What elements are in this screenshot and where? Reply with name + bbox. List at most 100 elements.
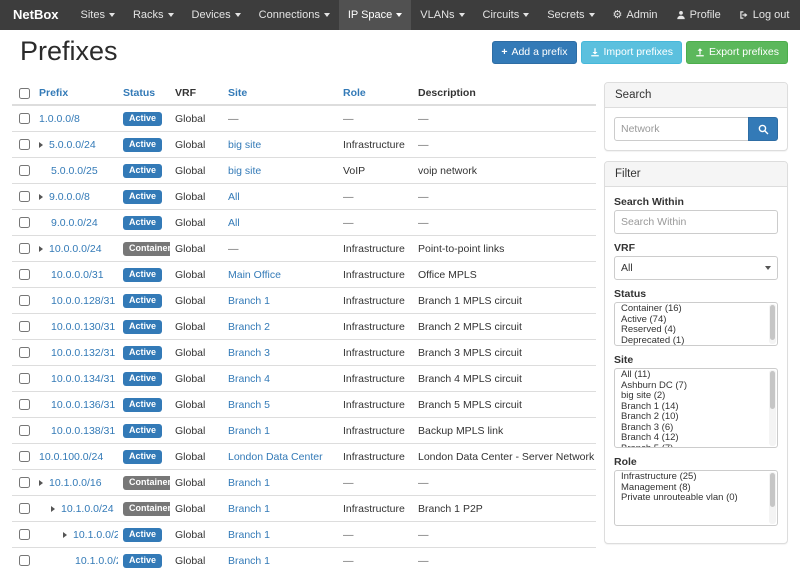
site-scrollbar[interactable] — [769, 370, 776, 446]
row-checkbox[interactable] — [19, 425, 30, 436]
site-link[interactable]: Branch 1 — [228, 425, 270, 437]
search-button[interactable] — [748, 117, 778, 141]
listbox-option[interactable]: Branch 2 (10) — [615, 412, 767, 423]
prefix-link[interactable]: 10.0.0.0/24 — [49, 243, 102, 255]
listbox-option[interactable]: Container (16) — [615, 304, 767, 315]
site-link[interactable]: Branch 3 — [228, 347, 270, 359]
row-checkbox[interactable] — [19, 555, 30, 566]
prefix-link[interactable]: 5.0.0.0/24 — [49, 139, 96, 151]
row-checkbox[interactable] — [19, 165, 30, 176]
row-checkbox[interactable] — [19, 451, 30, 462]
prefix-link[interactable]: 10.0.100.0/24 — [39, 451, 103, 463]
status-listbox[interactable]: Container (16)Active (74)Reserved (4)Dep… — [614, 302, 778, 346]
listbox-option[interactable]: Branch 1 (14) — [615, 402, 767, 413]
column-header-site[interactable]: Site — [223, 82, 338, 105]
nav-item-profile[interactable]: Profile — [667, 0, 730, 30]
prefix-link[interactable]: 10.0.0.0/31 — [51, 269, 104, 281]
prefix-link[interactable]: 10.0.0.138/31 — [51, 425, 115, 437]
site-link[interactable]: big site — [228, 139, 261, 151]
nav-item-admin[interactable]: ⚙ Admin — [604, 0, 667, 30]
prefix-link[interactable]: 10.0.0.128/31 — [51, 295, 115, 307]
listbox-option[interactable]: Branch 3 (6) — [615, 423, 767, 434]
select-all-checkbox[interactable] — [19, 88, 30, 99]
row-checkbox[interactable] — [19, 191, 30, 202]
brand-logo[interactable]: NetBox — [0, 0, 72, 30]
row-checkbox[interactable] — [19, 503, 30, 514]
import-prefixes-button[interactable]: Import prefixes — [581, 41, 682, 64]
expand-arrow-icon[interactable] — [39, 142, 43, 148]
nav-item-ip-space[interactable]: IP Space — [339, 0, 411, 30]
site-listbox[interactable]: All (11)Ashburn DC (7)big site (2)Branch… — [614, 368, 778, 448]
site-link[interactable]: Branch 1 — [228, 555, 270, 567]
listbox-option[interactable]: Infrastructure (25) — [615, 472, 767, 483]
site-link[interactable]: Branch 5 — [228, 399, 270, 411]
column-header-role[interactable]: Role — [338, 82, 413, 105]
export-prefixes-button[interactable]: Export prefixes — [686, 41, 788, 64]
expand-arrow-icon[interactable] — [39, 194, 43, 200]
prefix-link[interactable]: 10.1.0.0/24 — [61, 503, 114, 515]
site-link[interactable]: Branch 1 — [228, 477, 270, 489]
row-checkbox[interactable] — [19, 217, 30, 228]
prefix-link[interactable]: 10.1.0.0/26 — [75, 555, 118, 567]
expand-arrow-icon[interactable] — [39, 246, 43, 252]
nav-item-devices[interactable]: Devices — [183, 0, 250, 30]
row-checkbox[interactable] — [19, 477, 30, 488]
site-link[interactable]: All — [228, 191, 240, 203]
prefix-link[interactable]: 10.1.0.0/25 — [73, 529, 118, 541]
listbox-option[interactable]: Ashburn DC (7) — [615, 381, 767, 392]
site-link[interactable]: Branch 2 — [228, 321, 270, 333]
listbox-option[interactable]: All (11) — [615, 370, 767, 381]
row-checkbox[interactable] — [19, 373, 30, 384]
row-checkbox[interactable] — [19, 113, 30, 124]
nav-item-vlans[interactable]: VLANs — [411, 0, 473, 30]
prefix-link[interactable]: 10.0.0.134/31 — [51, 373, 115, 385]
row-checkbox[interactable] — [19, 529, 30, 540]
listbox-option[interactable]: Branch 4 (12) — [615, 433, 767, 444]
column-header-prefix[interactable]: Prefix — [34, 82, 118, 105]
role-listbox[interactable]: Infrastructure (25)Management (8)Private… — [614, 470, 778, 526]
listbox-option[interactable]: Deprecated (1) — [615, 336, 767, 347]
status-scrollbar[interactable] — [769, 304, 776, 344]
search-input[interactable] — [614, 117, 749, 141]
site-link[interactable]: London Data Center — [228, 451, 323, 463]
add-prefix-button[interactable]: + Add a prefix — [492, 41, 576, 64]
site-link[interactable]: big site — [228, 165, 261, 177]
nav-item-racks[interactable]: Racks — [124, 0, 183, 30]
search-within-input[interactable] — [614, 210, 778, 234]
site-link[interactable]: Branch 1 — [228, 529, 270, 541]
prefix-link[interactable]: 10.0.0.130/31 — [51, 321, 115, 333]
row-checkbox[interactable] — [19, 243, 30, 254]
listbox-option[interactable]: Management (8) — [615, 483, 767, 494]
expand-arrow-icon[interactable] — [63, 532, 67, 538]
nav-item-sites[interactable]: Sites — [72, 0, 124, 30]
listbox-option[interactable]: Private unrouteable vlan (0) — [615, 493, 767, 504]
prefix-link[interactable]: 1.0.0.0/8 — [39, 113, 80, 125]
row-checkbox[interactable] — [19, 347, 30, 358]
listbox-option[interactable]: Reserved (4) — [615, 325, 767, 336]
expand-arrow-icon[interactable] — [39, 480, 43, 486]
site-link[interactable]: All — [228, 217, 240, 229]
nav-item-secrets[interactable]: Secrets — [538, 0, 603, 30]
row-checkbox[interactable] — [19, 139, 30, 150]
site-link[interactable]: Branch 1 — [228, 503, 270, 515]
site-link[interactable]: Main Office — [228, 269, 281, 281]
site-link[interactable]: Branch 4 — [228, 373, 270, 385]
prefix-link[interactable]: 10.0.0.132/31 — [51, 347, 115, 359]
row-checkbox[interactable] — [19, 321, 30, 332]
nav-item-circuits[interactable]: Circuits — [474, 0, 539, 30]
row-checkbox[interactable] — [19, 399, 30, 410]
column-header-status[interactable]: Status — [118, 82, 170, 105]
prefix-link[interactable]: 10.0.0.136/31 — [51, 399, 115, 411]
listbox-option[interactable]: Active (74) — [615, 315, 767, 326]
role-scrollbar[interactable] — [769, 472, 776, 524]
row-checkbox[interactable] — [19, 295, 30, 306]
nav-item-logout[interactable]: Log out — [730, 0, 799, 30]
nav-item-connections[interactable]: Connections — [250, 0, 339, 30]
listbox-option[interactable]: Branch 5 (7) — [615, 444, 767, 449]
row-checkbox[interactable] — [19, 269, 30, 280]
site-link[interactable]: Branch 1 — [228, 295, 270, 307]
prefix-link[interactable]: 10.1.0.0/16 — [49, 477, 102, 489]
prefix-link[interactable]: 5.0.0.0/25 — [51, 165, 98, 177]
vrf-select[interactable]: All — [614, 256, 778, 280]
prefix-link[interactable]: 9.0.0.0/24 — [51, 217, 98, 229]
